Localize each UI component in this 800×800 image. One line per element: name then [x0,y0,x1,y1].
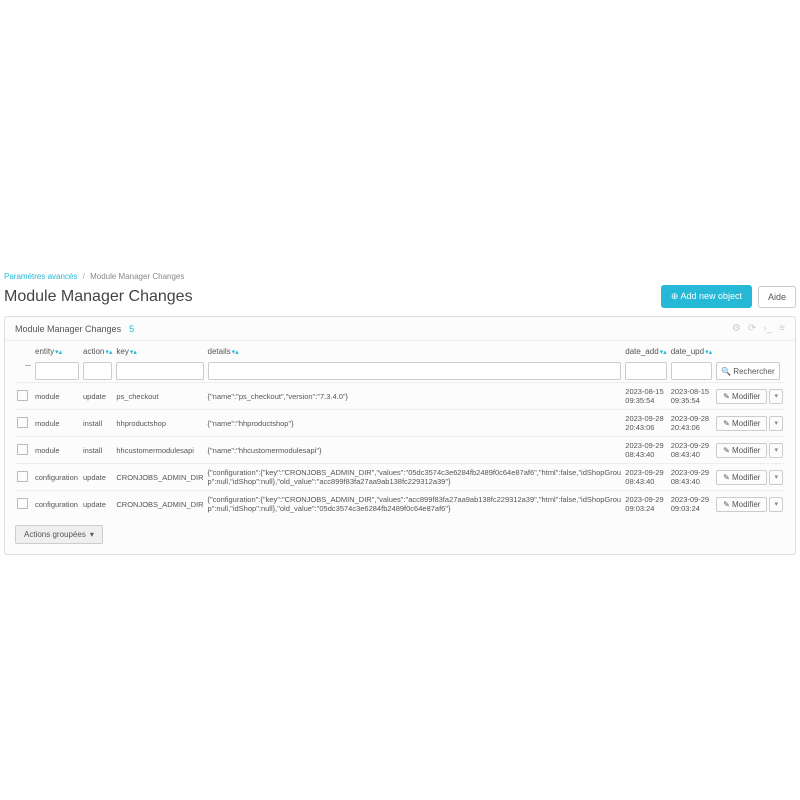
cell-date-add: 2023-09-2820:43:06 [623,410,668,437]
export-icon[interactable]: ›_ [763,323,772,334]
table-row: moduleinstallhhcustomermodulesapi{"name"… [15,437,785,464]
col-date-add[interactable]: date_add▾▴ [623,343,668,360]
cell-date-upd: 2023-09-2909:03:24 [669,491,714,518]
edit-button[interactable]: ✎ Modifier [716,389,767,404]
col-action[interactable]: action▾▴ [81,343,114,360]
filter-entity[interactable] [35,362,79,380]
gear-icon[interactable]: ⚙ [732,323,741,334]
cell-entity: configuration [33,464,81,491]
cell-details: {"name":"hhcustomermodulesapi"} [206,437,624,464]
plus-icon: ⊕ [671,291,679,301]
edit-dropdown[interactable]: ▾ [769,470,783,485]
cell-action: install [81,437,114,464]
row-checkbox[interactable] [17,390,28,401]
table-row: moduleinstallhhproductshop{"name":"hhpro… [15,410,785,437]
cell-entity: configuration [33,491,81,518]
table-row: moduleupdateps_checkout{"name":"ps_check… [15,383,785,410]
col-details[interactable]: details▾▴ [206,343,624,360]
cell-action: install [81,410,114,437]
cell-entity: module [33,410,81,437]
cell-date-add: 2023-08-1509:35:54 [623,383,668,410]
filter-date-upd[interactable] [671,362,712,380]
row-checkbox[interactable] [17,417,28,428]
cell-date-upd: 2023-09-2908:43:40 [669,437,714,464]
cell-date-add: 2023-09-2909:03:24 [623,491,668,518]
cell-date-upd: 2023-09-2908:43:40 [669,464,714,491]
breadcrumb: Paramètres avancés / Module Manager Chan… [4,272,796,281]
cell-action: update [81,491,114,518]
col-key[interactable]: key▾▴ [114,343,205,360]
cell-date-add: 2023-09-2908:43:40 [623,464,668,491]
cell-key: CRONJOBS_ADMIN_DIR [114,464,205,491]
cell-details: {"name":"hhproductshop"} [206,410,624,437]
cell-date-add: 2023-09-2908:43:40 [623,437,668,464]
edit-dropdown[interactable]: ▾ [769,416,783,431]
col-entity[interactable]: entity▾▴ [33,343,81,360]
page-title: Module Manager Changes [4,288,661,306]
cell-date-upd: 2023-09-2820:43:06 [669,410,714,437]
add-new-object-button[interactable]: ⊕ Add new object [661,285,752,308]
list-icon[interactable]: ≡ [779,323,785,334]
edit-dropdown[interactable]: ▾ [769,497,783,512]
filter-key[interactable] [116,362,203,380]
refresh-icon[interactable]: ⟳ [748,323,756,334]
cell-details: {"configuration":{"key":"CRONJOBS_ADMIN_… [206,464,624,491]
collapse-icon[interactable]: – [21,360,35,371]
edit-button[interactable]: ✎ Modifier [716,443,767,458]
edit-button[interactable]: ✎ Modifier [716,416,767,431]
bulk-actions-button[interactable]: Actions groupées▾ [15,525,103,544]
cell-details: {"name":"ps_checkout","version":"7.3.4.0… [206,383,624,410]
col-date-upd[interactable]: date_upd▾▴ [669,343,714,360]
cell-date-upd: 2023-08-1509:35:54 [669,383,714,410]
panel-title: Module Manager Changes [15,324,121,334]
filter-action[interactable] [83,362,112,380]
edit-button[interactable]: ✎ Modifier [716,497,767,512]
search-button[interactable]: 🔍 Rechercher [716,362,780,380]
table-row: configurationupdateCRONJOBS_ADMIN_DIR{"c… [15,464,785,491]
cell-key: hhproductshop [114,410,205,437]
cell-key: CRONJOBS_ADMIN_DIR [114,491,205,518]
edit-dropdown[interactable]: ▾ [769,443,783,458]
cell-entity: module [33,437,81,464]
panel: Module Manager Changes 5 ⚙ ⟳ ›_ ≡ entity… [4,316,796,555]
breadcrumb-parent[interactable]: Paramètres avancés [4,272,77,281]
row-checkbox[interactable] [17,471,28,482]
cell-entity: module [33,383,81,410]
cell-action: update [81,464,114,491]
row-checkbox[interactable] [17,444,28,455]
row-checkbox[interactable] [17,498,28,509]
edit-button[interactable]: ✎ Modifier [716,470,767,485]
help-button[interactable]: Aide [758,286,796,308]
data-table: entity▾▴ action▾▴ key▾▴ details▾▴ date_a… [15,343,785,517]
table-row: configurationupdateCRONJOBS_ADMIN_DIR{"c… [15,491,785,518]
filter-details[interactable] [208,362,622,380]
edit-dropdown[interactable]: ▾ [769,389,783,404]
breadcrumb-current: Module Manager Changes [90,272,184,281]
cell-key: hhcustomermodulesapi [114,437,205,464]
cell-key: ps_checkout [114,383,205,410]
chevron-down-icon: ▾ [90,530,94,539]
cell-details: {"configuration":{"key":"CRONJOBS_ADMIN_… [206,491,624,518]
cell-action: update [81,383,114,410]
panel-count: 5 [129,324,134,334]
filter-date-add[interactable] [625,362,666,380]
